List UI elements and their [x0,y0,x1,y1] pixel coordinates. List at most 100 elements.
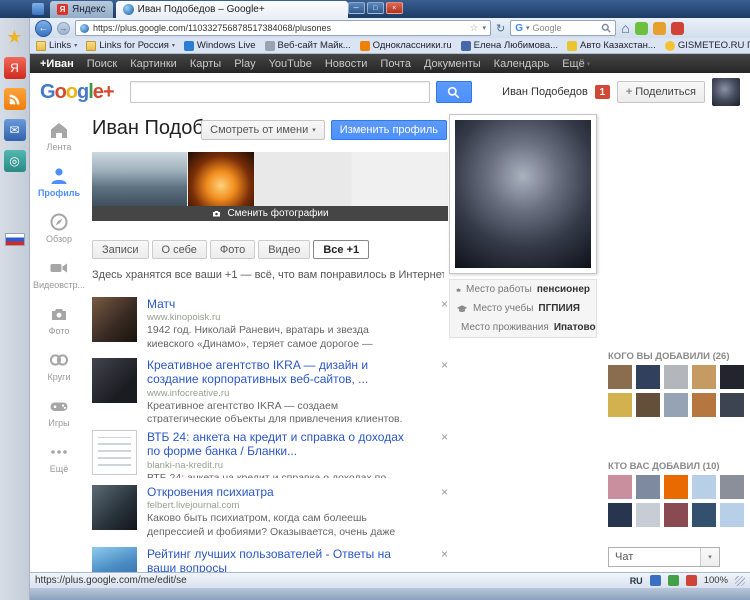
notifications-badge[interactable]: 1 [594,85,610,99]
addon-icon[interactable] [634,21,648,35]
contact-avatar[interactable] [720,393,744,417]
item-title-link[interactable]: Откровения психиатра [147,485,409,499]
item-title-link[interactable]: Матч [147,297,409,311]
bookmark-star-icon[interactable]: ☆ [470,23,479,34]
bookmark-item[interactable]: Одноклассники.ru [359,40,452,51]
contact-avatar[interactable] [692,475,716,499]
minimize-button[interactable]: ─ [347,2,365,14]
contact-avatar[interactable] [664,365,688,389]
tab-photos[interactable]: Фото [209,240,256,259]
tab-videos[interactable]: Видео [258,240,311,259]
tab-plusones[interactable]: Все +1 [313,240,370,259]
contact-avatar[interactable] [636,503,660,527]
statusbar-addon-icon[interactable] [667,575,679,586]
sidebar-item-photos[interactable]: Фото [30,303,88,336]
favorites-star-icon[interactable]: ★ [4,26,26,48]
maximize-button[interactable]: □ [366,2,384,14]
item-thumbnail[interactable] [92,297,137,342]
browser-tab-googleplus[interactable]: Иван Подобедов – Google+ [115,1,348,18]
item-thumbnail[interactable] [92,358,137,403]
contact-avatar[interactable] [636,365,660,389]
google-search-button[interactable] [435,81,472,103]
remove-item-icon[interactable]: × [441,297,448,311]
url-dropdown-icon[interactable]: ▾ [482,24,486,32]
bookmark-item[interactable]: Елена Любимова... [460,40,558,51]
contact-avatar[interactable] [720,475,744,499]
sidebar-item-games[interactable]: Игры [30,395,88,428]
edit-profile-button[interactable]: Изменить профиль [330,120,447,140]
contact-avatar[interactable] [720,503,744,527]
resize-grip[interactable] [735,575,745,586]
bookmark-item[interactable]: Windows Live [183,40,256,51]
item-thumbnail[interactable] [92,485,137,530]
strip-photo-empty[interactable] [255,152,351,206]
remove-item-icon[interactable]: × [441,547,448,561]
remove-item-icon[interactable]: × [441,430,448,444]
sidebar-item-profile[interactable]: Профиль [30,165,88,198]
contact-avatar[interactable] [608,503,632,527]
mail-icon[interactable]: ✉ [3,119,26,141]
contact-avatar[interactable] [692,393,716,417]
contact-avatar[interactable] [636,475,660,499]
contact-avatar[interactable] [608,475,632,499]
home-button[interactable]: ⌂ [621,20,629,36]
item-thumbnail[interactable] [92,547,137,572]
view-as-button[interactable]: Смотреть от имени ▾ [201,120,325,140]
item-title-link[interactable]: ВТБ 24: анкета на кредит и справка о дох… [147,430,409,459]
zoom-level[interactable]: 100% [704,575,728,586]
contact-avatar[interactable] [720,365,744,389]
contact-avatar[interactable] [608,365,632,389]
bookmark-folder[interactable]: Links for Россия ▾ [86,40,175,51]
gbar-link-maps[interactable]: Карты [190,58,221,70]
contact-avatar[interactable] [664,503,688,527]
russian-flag-icon[interactable] [4,233,25,246]
search-box[interactable]: G ▾ Google [510,20,617,36]
url-bar[interactable]: https://plus.google.com/1103327568785173… [75,20,491,36]
profile-photo[interactable] [455,120,591,268]
sidebar-item-hangouts[interactable]: Видеовстр... [30,257,88,290]
sidebar-item-home[interactable]: Лента [30,119,88,152]
bookmark-item[interactable]: Веб-сайт Майк... [264,40,351,51]
item-thumbnail[interactable] [92,430,137,475]
gbar-link-search[interactable]: Поиск [87,58,117,70]
addon-icon[interactable] [670,21,684,35]
contact-avatar[interactable] [692,503,716,527]
gbar-link-more[interactable]: Ещё ▾ [562,58,590,70]
contact-avatar[interactable] [692,365,716,389]
gbar-link-play[interactable]: Play [234,58,255,70]
gbar-link-plus-ivan[interactable]: +Иван [40,58,74,70]
gbar-link-images[interactable]: Картинки [130,58,177,70]
remove-item-icon[interactable]: × [441,358,448,372]
remove-item-icon[interactable]: × [441,485,448,499]
google-search-input[interactable] [129,81,430,103]
gbar-link-youtube[interactable]: YouTube [269,58,312,70]
yandex-app-icon[interactable]: Я [3,57,26,79]
tab-posts[interactable]: Записи [92,240,149,259]
statusbar-addon-icon[interactable] [649,575,661,586]
change-photos-button[interactable]: Сменить фотографии [92,206,448,221]
photos-icon[interactable]: ◎ [3,150,26,172]
gbar-link-news[interactable]: Новости [325,58,368,70]
tab-about[interactable]: О себе [151,240,207,259]
browser-tab-yandex[interactable]: Я Яндекс [50,1,113,18]
chat-box[interactable]: Чат ▾ [608,547,720,567]
contact-avatar[interactable] [636,393,660,417]
sidebar-item-circles[interactable]: Круги [30,349,88,382]
chat-toggle-button[interactable]: ▾ [700,548,719,566]
bookmark-folder[interactable]: Links ▾ [36,40,77,51]
sidebar-item-explore[interactable]: Обзор [30,211,88,244]
rss-icon[interactable] [3,88,26,110]
gbar-link-docs[interactable]: Документы [424,58,481,70]
item-title-link[interactable]: Креативное агентство IKRA — дизайн и соз… [147,358,409,387]
account-name[interactable]: Иван Подобедов [502,86,588,98]
item-title-link[interactable]: Рейтинг лучших пользователей - Ответы на… [147,547,409,572]
reload-button[interactable]: ↻ [496,22,505,35]
account-avatar[interactable] [712,78,740,106]
contact-avatar[interactable] [664,393,688,417]
strip-photo-fire[interactable] [188,152,254,206]
search-icon[interactable] [601,23,612,33]
addon-icon[interactable] [652,21,666,35]
gbar-link-calendar[interactable]: Календарь [494,58,550,70]
contact-avatar[interactable] [608,393,632,417]
engine-dropdown-icon[interactable]: ▾ [526,24,530,32]
